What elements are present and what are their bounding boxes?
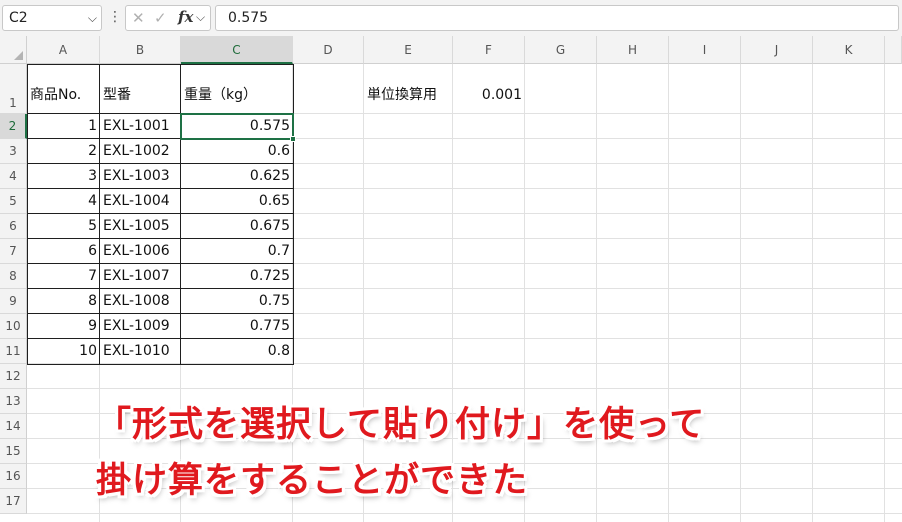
gridline (27, 513, 902, 514)
cell-f1-unit-value[interactable]: 0.001 (453, 76, 525, 114)
row-header-7[interactable]: 7 (0, 239, 27, 264)
column-header-c[interactable]: C (181, 36, 293, 64)
table-border (27, 263, 293, 264)
chevron-down-icon[interactable]: ⌵ (88, 6, 97, 30)
table-border (27, 313, 293, 314)
table-border (27, 188, 293, 189)
table-border (27, 338, 293, 339)
cancel-icon[interactable]: ✕ (132, 9, 145, 27)
gridline (668, 64, 669, 522)
table-border (27, 288, 293, 289)
formula-controls: ✕ ✓ fx ⌵ (125, 5, 211, 31)
cell-e1-unit-label[interactable]: 単位換算用 (364, 76, 453, 114)
table-border (27, 213, 293, 214)
row-header-6[interactable]: 6 (0, 214, 27, 239)
gridline (596, 64, 597, 522)
column-header-d[interactable]: D (293, 36, 364, 64)
row-header-15[interactable]: 15 (0, 439, 27, 464)
caption-line-2: 掛け算をすることができた (96, 461, 529, 501)
name-box[interactable]: C2 ⌵ (2, 5, 102, 31)
column-header-a[interactable]: A (27, 36, 100, 64)
active-cell-outline (180, 113, 294, 140)
formula-bar: C2 ⌵ ⋮ ✕ ✓ fx ⌵ 0.575 (0, 0, 902, 37)
row-header-12[interactable]: 12 (0, 364, 27, 389)
column-header-f[interactable]: F (453, 36, 525, 64)
column-header-h[interactable]: H (597, 36, 669, 64)
column-header-b[interactable]: B (100, 36, 181, 64)
caption-line-1: 「形式を選択して貼り付け」を使って (96, 405, 706, 445)
row-header-17[interactable]: 17 (0, 489, 27, 514)
chevron-down-icon[interactable]: ⌵ (196, 10, 205, 25)
table-border (180, 64, 181, 364)
insert-function-icon[interactable]: fx (178, 8, 193, 26)
gridline (27, 388, 902, 389)
name-box-value: C2 (9, 10, 28, 26)
row-header-8[interactable]: 8 (0, 264, 27, 289)
spreadsheet-grid: ABCDEFGHIJK 1 2 3 4 5 6 7 8 9 10 11 12 13 14 15 16 17 商品… (0, 36, 902, 522)
table-border (99, 64, 100, 364)
row-header-16[interactable]: 16 (0, 464, 27, 489)
column-header-g[interactable]: G (525, 36, 597, 64)
column-header-i[interactable]: I (669, 36, 741, 64)
row-header-13[interactable]: 13 (0, 389, 27, 414)
gridline (884, 64, 885, 522)
column-header-j[interactable]: J (741, 36, 813, 64)
fill-handle[interactable] (290, 136, 296, 142)
row-header-5[interactable]: 5 (0, 189, 27, 214)
row-header-14[interactable]: 14 (0, 414, 27, 439)
gridline (740, 64, 741, 522)
row-header-11[interactable]: 11 (0, 339, 27, 364)
gridline (812, 64, 813, 522)
table-border (27, 163, 293, 164)
row-header-10[interactable]: 10 (0, 314, 27, 339)
formula-input[interactable]: 0.575 (215, 5, 899, 31)
table-border (27, 64, 294, 365)
row-header-3[interactable]: 3 (0, 139, 27, 164)
more-options-icon[interactable]: ⋮ (108, 9, 122, 25)
column-header-k[interactable]: K (813, 36, 885, 64)
column-header-filler (885, 36, 902, 64)
table-border (27, 238, 293, 239)
row-header-9[interactable]: 9 (0, 289, 27, 314)
enter-check-icon[interactable]: ✓ (154, 9, 167, 27)
column-header-e[interactable]: E (364, 36, 453, 64)
row-header-1[interactable]: 1 (0, 64, 27, 114)
row-header-2[interactable]: 2 (0, 114, 27, 139)
select-all-button[interactable] (0, 36, 27, 64)
row-header-4[interactable]: 4 (0, 164, 27, 189)
